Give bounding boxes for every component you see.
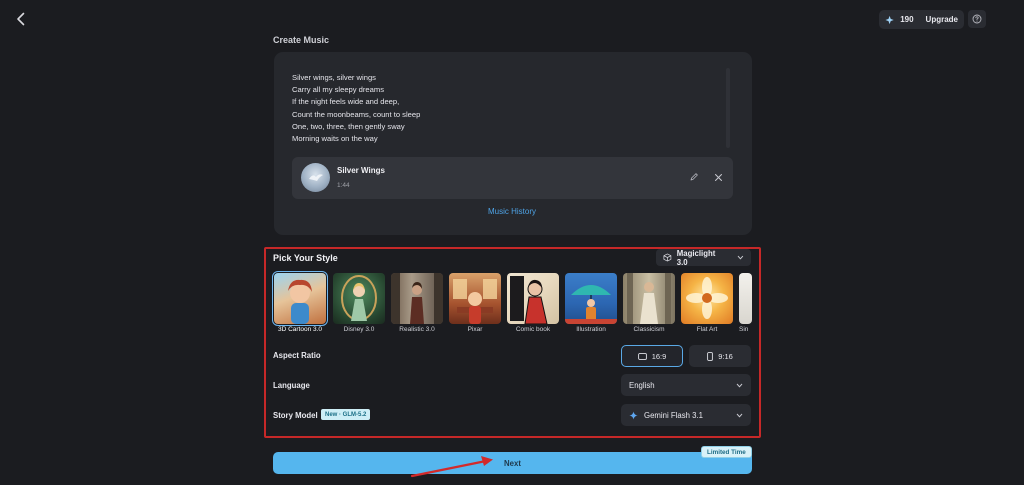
style-option-pixar[interactable]: Pixar bbox=[449, 273, 501, 336]
credits-count: 190 bbox=[900, 15, 914, 24]
style-option-disney[interactable]: Disney 3.0 bbox=[333, 273, 385, 336]
music-history-link[interactable]: Music History bbox=[470, 207, 554, 216]
story-model-value: Gemini Flash 3.1 bbox=[644, 410, 703, 420]
style-thumbnail bbox=[623, 273, 675, 324]
next-button[interactable]: Next bbox=[273, 452, 752, 474]
help-button[interactable] bbox=[968, 10, 986, 28]
aspect-ratio-option: 9:16 bbox=[718, 351, 733, 361]
chevron-down-icon bbox=[736, 383, 743, 388]
song-thumbnail bbox=[301, 163, 330, 192]
limited-time-badge: Limited Time bbox=[701, 446, 752, 458]
lyrics-line: One, two, three, then gently sway bbox=[292, 121, 405, 131]
style-label: Classicism bbox=[633, 326, 665, 333]
style-label: Disney 3.0 bbox=[343, 326, 375, 333]
language-value: English bbox=[629, 380, 655, 390]
style-label: Sin bbox=[739, 326, 749, 333]
cube-icon bbox=[663, 253, 672, 262]
style-thumbnail bbox=[565, 273, 617, 324]
style-option-classicism[interactable]: Classicism bbox=[623, 273, 675, 336]
chevron-down-icon bbox=[737, 255, 744, 260]
edit-icon bbox=[690, 173, 698, 181]
aspect-ratio-label: Aspect Ratio bbox=[273, 351, 321, 360]
lyrics-line: Silver wings, silver wings bbox=[292, 73, 376, 82]
landscape-icon bbox=[637, 352, 647, 360]
lyrics-line: If the night feels wide and deep, bbox=[292, 97, 400, 107]
lyrics-textarea[interactable]: Silver wings, silver wings Carry all my … bbox=[292, 72, 712, 148]
style-option-comic-book[interactable]: Comic book bbox=[507, 273, 559, 336]
style-thumbnail bbox=[739, 273, 752, 324]
aspect-ratio-16-9-button[interactable]: 16:9 bbox=[621, 345, 683, 367]
style-label: Flat Art bbox=[696, 326, 718, 333]
pick-style-title: Pick Your Style bbox=[273, 253, 338, 263]
lyrics-scrollbar[interactable] bbox=[726, 68, 730, 148]
new-model-badge: New · GLM-5.2 bbox=[321, 409, 371, 420]
model-select-value: Magiclight 3.0 bbox=[676, 248, 716, 267]
song-duration: 1:44 bbox=[337, 182, 350, 189]
help-icon bbox=[972, 14, 982, 24]
song-edit-button[interactable] bbox=[688, 171, 700, 183]
style-option-3d-cartoon[interactable]: 3D Cartoon 3.0 bbox=[272, 271, 328, 336]
portrait-icon bbox=[707, 351, 714, 361]
style-label: Realistic 3.0 bbox=[399, 326, 435, 333]
credits-upgrade-pill[interactable]: 190 Upgrade bbox=[879, 10, 964, 29]
style-option-realistic[interactable]: Realistic 3.0 bbox=[391, 273, 443, 336]
style-option-illustration[interactable]: Illustration bbox=[565, 273, 617, 336]
story-model-select[interactable]: Gemini Flash 3.1 bbox=[621, 404, 751, 426]
style-thumbnail bbox=[333, 273, 385, 324]
bird-icon bbox=[309, 174, 323, 181]
lyrics-line: Carry all my sleepy dreams bbox=[292, 85, 384, 95]
style-thumbnail bbox=[391, 273, 443, 324]
aspect-ratio-option: 16:9 bbox=[651, 351, 667, 361]
language-label: Language bbox=[273, 381, 310, 390]
song-remove-button[interactable] bbox=[712, 171, 724, 183]
model-select[interactable]: Magiclight 3.0 bbox=[656, 248, 751, 267]
gemini-icon bbox=[629, 410, 638, 420]
song-card[interactable] bbox=[292, 157, 733, 199]
language-select[interactable]: English bbox=[621, 374, 751, 396]
style-label: Illustration bbox=[576, 326, 606, 333]
style-thumbnail bbox=[507, 273, 559, 324]
upgrade-button[interactable]: Upgrade bbox=[926, 15, 958, 24]
style-label: 3D Cartoon 3.0 bbox=[277, 326, 323, 333]
style-thumbnail bbox=[449, 273, 501, 324]
song-title: Silver Wings bbox=[337, 166, 385, 175]
style-thumbnail bbox=[681, 273, 733, 324]
aspect-ratio-9-16-button[interactable]: 9:16 bbox=[689, 345, 751, 367]
style-thumbnail bbox=[272, 271, 328, 326]
close-icon bbox=[714, 173, 722, 181]
diamond-icon bbox=[885, 15, 894, 24]
style-option-flat-art[interactable]: Flat Art bbox=[681, 273, 733, 336]
story-model-label: Story Model bbox=[273, 411, 318, 420]
chevron-down-icon bbox=[736, 413, 743, 418]
lyrics-line: Count the moonbeams, count to sleep bbox=[292, 109, 421, 119]
style-option-partial[interactable]: Sin bbox=[739, 273, 752, 336]
chevron-left-icon bbox=[17, 12, 25, 26]
annotation-arrow bbox=[410, 456, 493, 478]
lyrics-line: Morning waits on the way bbox=[292, 134, 378, 144]
style-label: Comic book bbox=[515, 326, 551, 333]
create-music-title: Create Music bbox=[273, 35, 330, 45]
back-button[interactable] bbox=[10, 8, 32, 30]
style-label: Pixar bbox=[467, 326, 483, 333]
